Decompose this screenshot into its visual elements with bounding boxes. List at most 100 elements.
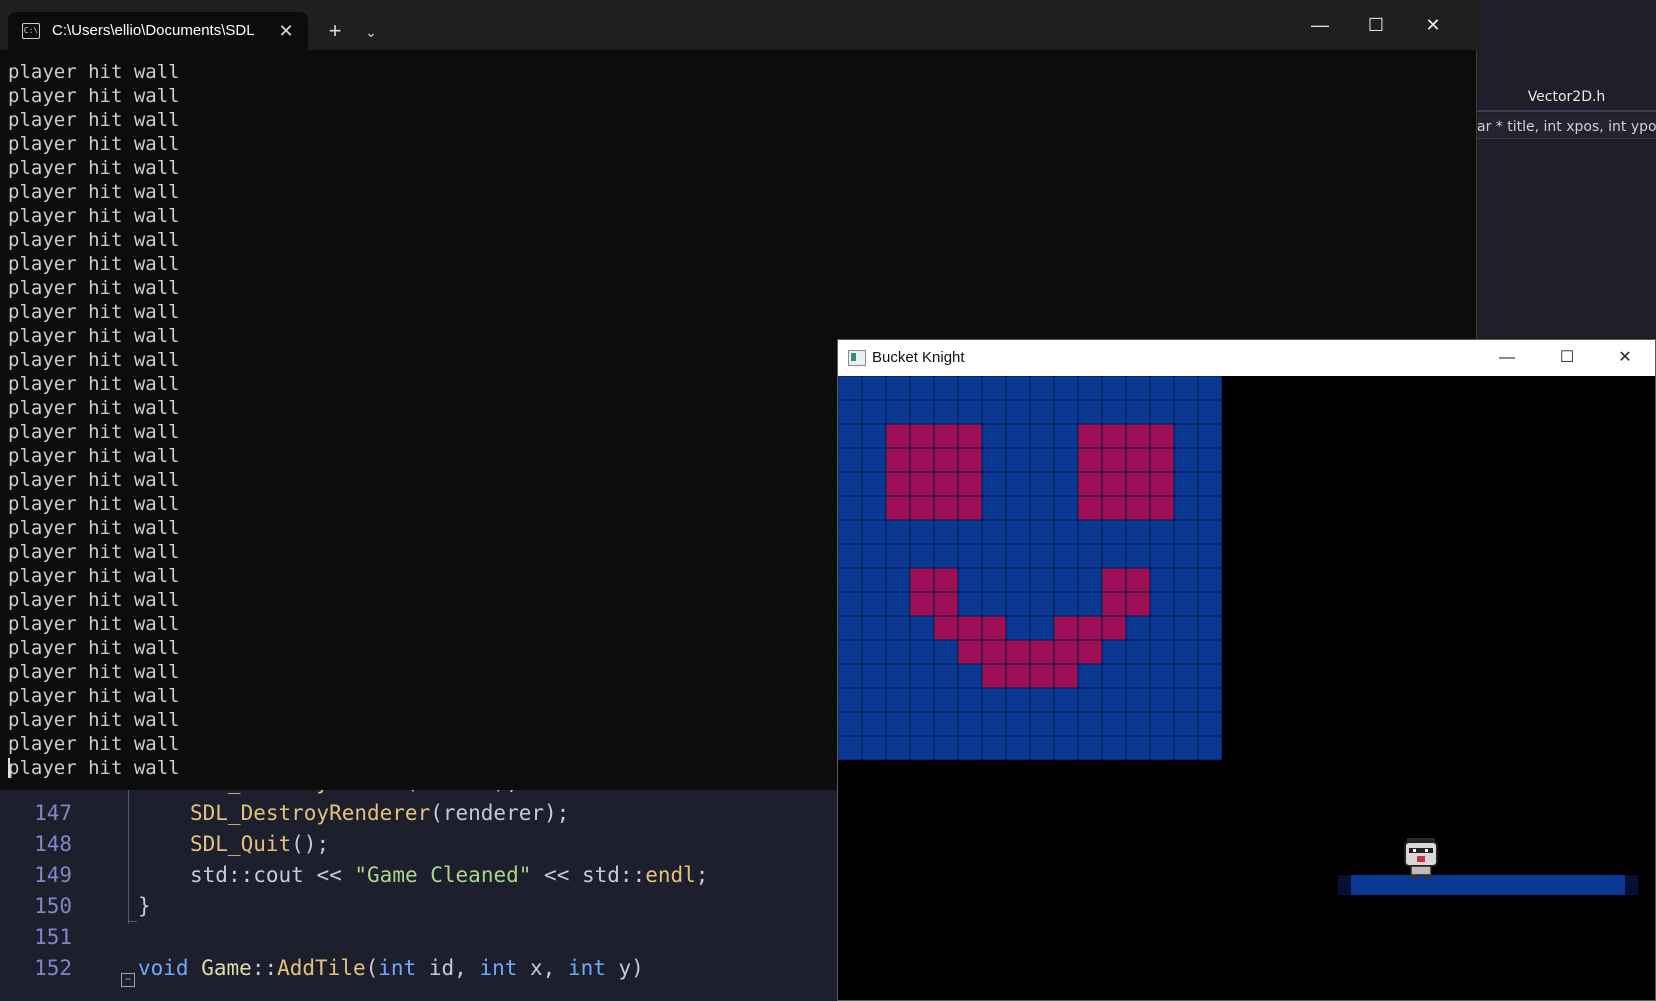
- floor-tile: [1197, 495, 1222, 521]
- code-token: x,: [517, 956, 568, 980]
- game-maximize-button[interactable]: ☐: [1538, 340, 1596, 376]
- terminal-titlebar[interactable]: C:\ C:\Users\ellio\Documents\SDL ✕ + ⌄ —…: [0, 0, 1477, 50]
- code-token: (renderer);: [430, 801, 570, 825]
- wall-tile: [981, 663, 1007, 689]
- floor-tile: [1197, 447, 1222, 473]
- wall-tile: [909, 495, 935, 521]
- tab-vector2d-h[interactable]: Vector2D.h: [1477, 84, 1656, 110]
- wall-tile: [909, 567, 935, 593]
- floor-tile: [861, 591, 887, 617]
- new-tab-button[interactable]: +: [320, 17, 350, 47]
- floor-tile: [861, 567, 887, 593]
- minimize-button[interactable]: —: [1292, 0, 1348, 50]
- floor-tile: [1149, 591, 1175, 617]
- game-window[interactable]: Bucket Knight — ☐ ✕: [837, 339, 1656, 1001]
- floor-tile: [1125, 399, 1151, 425]
- floor-tile: [1053, 711, 1079, 737]
- wall-tile: [957, 423, 983, 449]
- floor-tile: [861, 735, 887, 760]
- wall-tile: [1101, 495, 1127, 521]
- floor-tile: [1053, 423, 1079, 449]
- floor-tile: [957, 519, 983, 545]
- tab-close-icon[interactable]: ✕: [274, 19, 298, 43]
- floor-tile: [1197, 519, 1222, 545]
- wall-tile: [957, 447, 983, 473]
- floor-tile: [838, 543, 863, 569]
- floor-tile: [1173, 663, 1199, 689]
- floor-tile: [1125, 615, 1151, 641]
- floor-tile: [981, 447, 1007, 473]
- floor-tile: [981, 471, 1007, 497]
- floor-tile: [1053, 471, 1079, 497]
- terminal-line: player hit wall: [8, 205, 180, 227]
- floor-tile: [1173, 615, 1199, 641]
- floor-tile: [1197, 543, 1222, 569]
- code-token: id,: [416, 956, 480, 980]
- game-canvas[interactable]: [838, 376, 1655, 1000]
- floor-tile: [1173, 639, 1199, 665]
- game-minimize-button[interactable]: —: [1478, 340, 1536, 376]
- floor-tile: [838, 376, 863, 401]
- fold-toggle-icon[interactable]: −: [121, 973, 135, 987]
- floor-tile: [933, 519, 959, 545]
- floor-tile: [885, 663, 911, 689]
- floor-tile: [909, 543, 935, 569]
- code-editor[interactable]: 146SDL_DestroyWindow(window);147SDL_Dest…: [0, 770, 837, 1001]
- floor-tile: [1173, 543, 1199, 569]
- terminal-tab[interactable]: C:\ C:\Users\ellio\Documents\SDL ✕: [8, 12, 308, 50]
- wall-tile: [933, 567, 959, 593]
- floor-tile: [1005, 447, 1031, 473]
- floor-tile: [909, 399, 935, 425]
- floor-tile: [838, 447, 863, 473]
- floor-tile: [861, 471, 887, 497]
- floor-tile: [1101, 519, 1127, 545]
- floor-tile: [1053, 687, 1079, 713]
- code-line: 150}: [0, 891, 837, 922]
- floor-tile: [1053, 399, 1079, 425]
- terminal-line: player hit wall: [8, 229, 180, 251]
- code-text: SDL_Quit();: [190, 829, 329, 860]
- wall-tile: [1149, 447, 1175, 473]
- floor-tile: [1149, 639, 1175, 665]
- game-titlebar[interactable]: Bucket Knight — ☐ ✕: [838, 340, 1655, 376]
- floor-tile: [1173, 376, 1199, 401]
- wall-tile: [885, 447, 911, 473]
- floor-tile: [1125, 711, 1151, 737]
- code-token: }: [138, 894, 151, 918]
- floor-tile: [1077, 735, 1103, 760]
- terminal-line: player hit wall: [8, 157, 180, 179]
- floor-tile: [1173, 687, 1199, 713]
- terminal-line: player hit wall: [8, 61, 180, 83]
- floor-tile: [1197, 567, 1222, 593]
- knight-sprite: [1404, 838, 1438, 879]
- wall-tile: [1053, 615, 1079, 641]
- floor-tile: [1077, 543, 1103, 569]
- game-close-button[interactable]: ✕: [1596, 340, 1654, 376]
- close-button[interactable]: ✕: [1405, 0, 1461, 50]
- code-text: std::cout << "Game Cleaned" << std::endl…: [190, 860, 708, 891]
- chevron-down-icon[interactable]: ⌄: [356, 17, 386, 47]
- wall-tile: [885, 495, 911, 521]
- terminal-tab-title: C:\Users\ellio\Documents\SDL: [52, 22, 255, 39]
- floor-tile: [838, 567, 863, 593]
- wall-tile: [981, 639, 1007, 665]
- floor-tile: [1077, 519, 1103, 545]
- wall-tile: [957, 615, 983, 641]
- floor-tile: [909, 519, 935, 545]
- wall-tile: [1125, 471, 1151, 497]
- floor-tile: [1173, 471, 1199, 497]
- floor-tile: [957, 711, 983, 737]
- wall-tile: [957, 639, 983, 665]
- floor-tile: [885, 376, 911, 401]
- floor-tile: [1029, 711, 1055, 737]
- line-number: 151: [34, 925, 72, 949]
- floor-tile: [1125, 687, 1151, 713]
- wall-tile: [1077, 639, 1103, 665]
- floor-tile: [1077, 711, 1103, 737]
- floor-tile: [1029, 591, 1055, 617]
- floor-tile: [861, 519, 887, 545]
- maximize-button[interactable]: ☐: [1348, 0, 1404, 50]
- floor-tile: [1197, 663, 1222, 689]
- floor-tile: [1125, 735, 1151, 760]
- line-number: 149: [34, 863, 72, 887]
